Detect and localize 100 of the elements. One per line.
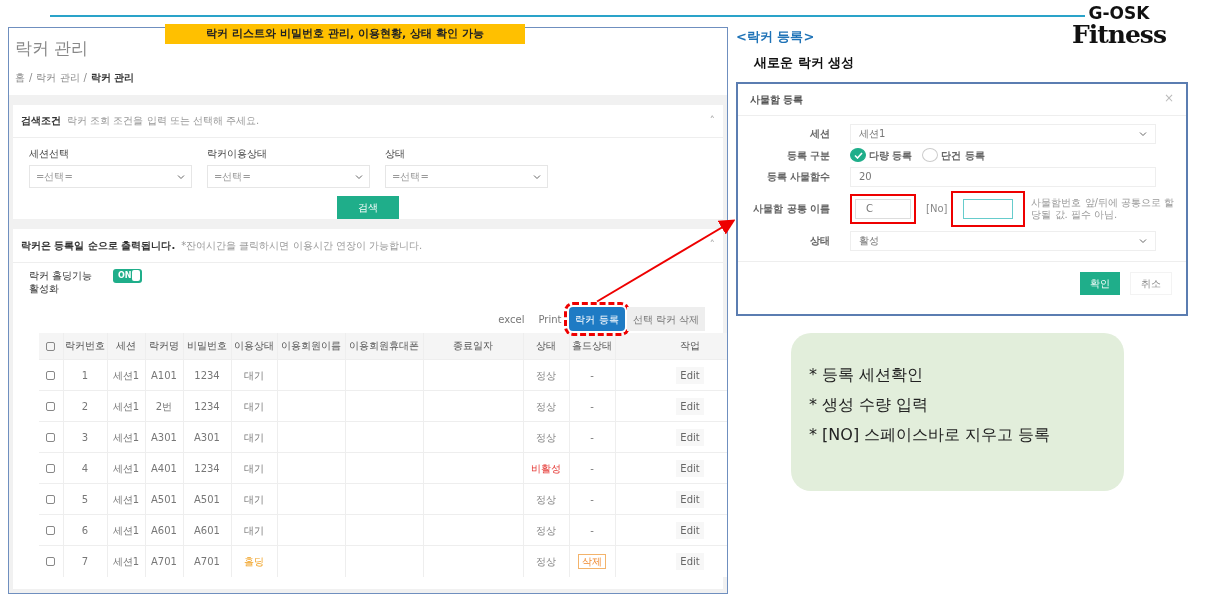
radio-option[interactable]: 단건 등록	[922, 147, 985, 163]
table-cell: A301	[145, 421, 183, 453]
table-cell: 대기	[244, 369, 264, 381]
table-cell: 세션1	[107, 359, 145, 391]
input-field[interactable]	[963, 198, 1014, 219]
table-cell: 3	[63, 421, 107, 453]
edit-button[interactable]: Edit	[676, 366, 704, 384]
input-field[interactable]: C	[855, 198, 911, 219]
column-header: 이용상태	[231, 332, 277, 360]
card-title: 락커은 등록일 순으로 출력됩니다.	[21, 238, 176, 253]
table-cell: A101	[145, 359, 183, 391]
table-cell: 대기	[244, 493, 264, 505]
table-cell: 5	[63, 483, 107, 515]
table-cell: 1	[63, 359, 107, 391]
select-field[interactable]: =선택=	[385, 165, 548, 188]
collapse-button[interactable]: ˄	[709, 112, 715, 129]
column-header: 세션	[107, 332, 145, 360]
table-cell: -	[590, 493, 594, 505]
table-cell: A601	[145, 514, 183, 546]
breadcrumb-item: 락커 관리	[90, 70, 135, 85]
radio-option[interactable]: 다량 등록	[850, 147, 913, 163]
table-cell: -	[590, 462, 594, 474]
column-header: 작업	[615, 332, 727, 360]
table-cell: 세션1	[107, 390, 145, 422]
column-header: 이용회원이름	[277, 332, 345, 360]
search-button[interactable]: 검색	[337, 196, 399, 219]
field-label: 세션	[809, 127, 831, 141]
table-cell: -	[590, 369, 594, 381]
page-title: 락커 관리	[15, 37, 90, 60]
select-field[interactable]: =선택=	[29, 165, 192, 188]
chevron-down-icon	[1139, 130, 1147, 137]
table-cell: A701	[183, 545, 231, 577]
chevron-down-icon	[533, 173, 541, 180]
checkbox[interactable]	[46, 433, 56, 442]
edit-button[interactable]: Edit	[676, 428, 704, 446]
checkbox[interactable]	[46, 341, 56, 351]
checkbox[interactable]	[46, 557, 56, 567]
checkbox[interactable]	[46, 464, 56, 473]
field-label: 등록 사물함수	[765, 170, 831, 184]
table-cell: 1234	[183, 359, 231, 391]
column-header: 홀드상태	[569, 332, 615, 360]
table-cell: A401	[145, 452, 183, 484]
column-header: 종료일자	[423, 332, 523, 360]
collapse-button[interactable]: ˄	[709, 237, 715, 254]
select-field[interactable]: =선택=	[207, 165, 370, 188]
edit-button[interactable]: Edit	[676, 490, 704, 508]
chevron-down-icon	[177, 173, 185, 180]
callout-banner: 락커 리스트와 비밀번호 관리, 이용현황, 상태 확인 가능	[165, 24, 525, 44]
checkbox[interactable]	[46, 495, 56, 504]
table-cell: 정상	[536, 555, 556, 567]
note-text: * 등록 세션확인	[809, 364, 925, 385]
delete-hold-button[interactable]: 삭제	[578, 553, 606, 569]
checkbox[interactable]	[46, 526, 56, 535]
note-text: * 생성 수량 입력	[809, 394, 930, 415]
modal-button[interactable]: 확인	[1080, 271, 1120, 295]
table-cell: 대기	[244, 400, 264, 412]
table-cell: 세션1	[107, 452, 145, 484]
card-hint: 락커 조회 조건을 입력 또는 선택해 주세요.	[67, 114, 260, 129]
modal-title: 사물함 등록	[750, 92, 804, 107]
select-field[interactable]: 활성	[850, 230, 1156, 251]
field-label: 상태	[809, 234, 831, 248]
table-cell: 정상	[536, 493, 556, 505]
checkbox[interactable]	[46, 402, 56, 411]
toggle-switch[interactable]: ON	[113, 268, 142, 283]
table-cell: 4	[63, 452, 107, 484]
modal-button[interactable]: 취소	[1130, 271, 1172, 295]
breadcrumb-item[interactable]: 홈	[15, 69, 25, 85]
column-header: 락커번호	[63, 332, 107, 360]
table-cell: 세션1	[107, 514, 145, 546]
column-header: 락커명	[145, 332, 183, 360]
breadcrumb-separator: /	[29, 70, 33, 85]
edit-button[interactable]: Edit	[676, 521, 704, 539]
chevron-down-icon	[1139, 237, 1147, 244]
edit-button[interactable]: Edit	[676, 552, 704, 570]
breadcrumb-separator: /	[83, 70, 87, 85]
table-cell: 세션1	[107, 421, 145, 453]
select-field[interactable]: 세션1	[850, 123, 1156, 144]
checkbox[interactable]	[46, 371, 56, 380]
table-cell: A501	[145, 483, 183, 515]
filter-label: 상태	[385, 147, 406, 161]
field-label: 등록 구분	[785, 148, 831, 163]
toolbar-button[interactable]: 선택 락커 삭제	[626, 306, 705, 331]
table-cell: 6	[63, 514, 107, 546]
edit-button[interactable]: Edit	[676, 459, 704, 477]
logo-text: G-OSK	[1087, 5, 1151, 22]
toggle-label: 락커 홀딩기능 활성화	[29, 268, 94, 295]
table-cell: A701	[145, 545, 183, 577]
input-field[interactable]: 20	[850, 166, 1156, 187]
table-cell: 2	[63, 390, 107, 422]
table-cell: 홀딩	[244, 555, 264, 567]
edit-button[interactable]: Edit	[676, 397, 704, 415]
table-cell: 2번	[145, 390, 183, 422]
card-hint: *잔여시간을 클릭하시면 이용시간 연장이 가능합니다.	[181, 238, 423, 253]
table-cell: 정상	[536, 431, 556, 443]
table-cell: -	[590, 400, 594, 412]
table-cell: 대기	[244, 462, 264, 474]
field-label: 사물함 공통 이름	[752, 202, 831, 216]
column-header: 이용회원휴대폰	[345, 332, 423, 360]
breadcrumb-item[interactable]: 락커 관리	[36, 69, 80, 85]
section-subheading: 새로운 락커 생성	[754, 54, 856, 72]
